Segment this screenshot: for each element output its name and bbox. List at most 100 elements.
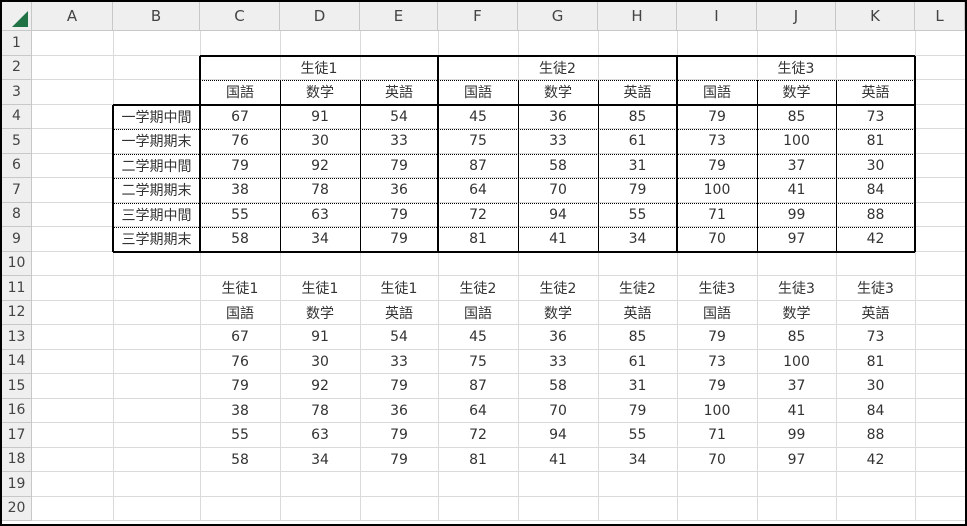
- row-header-11[interactable]: 11: [2, 276, 32, 301]
- row-header-19[interactable]: 19: [2, 472, 32, 497]
- table2-score-cell[interactable]: 34: [598, 448, 677, 473]
- table1-score-cell[interactable]: 85: [757, 105, 836, 130]
- table1-score-cell[interactable]: 73: [677, 129, 757, 154]
- table1-score-cell[interactable]: 31: [598, 154, 677, 179]
- row-header-13[interactable]: 13: [2, 325, 32, 350]
- table2-score-cell[interactable]: 88: [836, 423, 915, 448]
- table2-score-cell[interactable]: 36: [360, 399, 438, 424]
- column-header-e[interactable]: E: [360, 2, 438, 31]
- table2-student-header[interactable]: 生徒2: [518, 276, 598, 301]
- table1-term-label[interactable]: 二学期期末: [113, 178, 200, 203]
- table2-score-cell[interactable]: 38: [200, 399, 280, 424]
- column-header-j[interactable]: J: [757, 2, 836, 31]
- column-header-k[interactable]: K: [836, 2, 915, 31]
- table2-score-cell[interactable]: 79: [677, 374, 757, 399]
- table2-student-header[interactable]: 生徒2: [438, 276, 518, 301]
- table1-score-cell[interactable]: 34: [280, 227, 360, 252]
- table2-score-cell[interactable]: 34: [280, 448, 360, 473]
- table1-score-cell[interactable]: 99: [757, 203, 836, 228]
- table1-term-label[interactable]: 三学期期末: [113, 227, 200, 252]
- table1-subject-header[interactable]: 国語: [200, 80, 280, 105]
- table1-score-cell[interactable]: 38: [200, 178, 280, 203]
- table1-score-cell[interactable]: 55: [598, 203, 677, 228]
- table2-score-cell[interactable]: 79: [360, 448, 438, 473]
- table2-score-cell[interactable]: 100: [677, 399, 757, 424]
- column-header-i[interactable]: I: [677, 2, 757, 31]
- table1-score-cell[interactable]: 79: [598, 178, 677, 203]
- table1-score-cell[interactable]: 92: [280, 154, 360, 179]
- table1-score-cell[interactable]: 100: [677, 178, 757, 203]
- table2-score-cell[interactable]: 79: [677, 325, 757, 350]
- table1-score-cell[interactable]: 85: [598, 105, 677, 130]
- table2-score-cell[interactable]: 81: [836, 350, 915, 375]
- table2-score-cell[interactable]: 91: [280, 325, 360, 350]
- table1-term-label[interactable]: 二学期中間: [113, 154, 200, 179]
- table2-score-cell[interactable]: 70: [677, 448, 757, 473]
- table2-score-cell[interactable]: 73: [677, 350, 757, 375]
- table1-student-header[interactable]: 生徒2: [438, 56, 677, 81]
- table1-score-cell[interactable]: 42: [836, 227, 915, 252]
- table1-score-cell[interactable]: 79: [360, 203, 438, 228]
- table2-subject-header[interactable]: 数学: [280, 301, 360, 326]
- select-all-button[interactable]: [2, 2, 32, 31]
- row-header-16[interactable]: 16: [2, 398, 32, 423]
- table2-score-cell[interactable]: 78: [280, 399, 360, 424]
- table1-score-cell[interactable]: 67: [200, 105, 280, 130]
- table1-score-cell[interactable]: 91: [280, 105, 360, 130]
- table2-score-cell[interactable]: 54: [360, 325, 438, 350]
- table2-subject-header[interactable]: 数学: [518, 301, 598, 326]
- table2-score-cell[interactable]: 45: [438, 325, 518, 350]
- table1-term-label[interactable]: 一学期中間: [113, 105, 200, 130]
- table1-score-cell[interactable]: 79: [200, 154, 280, 179]
- row-header-2[interactable]: 2: [2, 55, 32, 80]
- table1-score-cell[interactable]: 70: [518, 178, 598, 203]
- table2-student-header[interactable]: 生徒1: [360, 276, 438, 301]
- table1-score-cell[interactable]: 55: [200, 203, 280, 228]
- table1-score-cell[interactable]: 30: [836, 154, 915, 179]
- row-header-15[interactable]: 15: [2, 374, 32, 399]
- table1-subject-header[interactable]: 英語: [598, 80, 677, 105]
- table1-score-cell[interactable]: 75: [438, 129, 518, 154]
- table2-score-cell[interactable]: 55: [200, 423, 280, 448]
- table1-score-cell[interactable]: 81: [836, 129, 915, 154]
- row-header-6[interactable]: 6: [2, 153, 32, 178]
- table2-score-cell[interactable]: 92: [280, 374, 360, 399]
- table1-score-cell[interactable]: 79: [677, 154, 757, 179]
- table2-subject-header[interactable]: 英語: [836, 301, 915, 326]
- column-header-a[interactable]: A: [32, 2, 113, 31]
- table1-score-cell[interactable]: 34: [598, 227, 677, 252]
- table1-score-cell[interactable]: 58: [518, 154, 598, 179]
- table2-score-cell[interactable]: 33: [360, 350, 438, 375]
- row-header-12[interactable]: 12: [2, 300, 32, 325]
- table2-score-cell[interactable]: 67: [200, 325, 280, 350]
- table2-score-cell[interactable]: 97: [757, 448, 836, 473]
- table1-subject-header[interactable]: 数学: [518, 80, 598, 105]
- table1-score-cell[interactable]: 71: [677, 203, 757, 228]
- row-header-20[interactable]: 20: [2, 496, 32, 521]
- table2-student-header[interactable]: 生徒3: [677, 276, 757, 301]
- table1-score-cell[interactable]: 79: [360, 154, 438, 179]
- table1-score-cell[interactable]: 61: [598, 129, 677, 154]
- table1-subject-header[interactable]: 英語: [360, 80, 438, 105]
- table2-score-cell[interactable]: 41: [757, 399, 836, 424]
- table2-score-cell[interactable]: 30: [280, 350, 360, 375]
- table1-score-cell[interactable]: 41: [518, 227, 598, 252]
- table1-subject-header[interactable]: 国語: [677, 80, 757, 105]
- table2-score-cell[interactable]: 58: [518, 374, 598, 399]
- table2-score-cell[interactable]: 100: [757, 350, 836, 375]
- table2-score-cell[interactable]: 79: [200, 374, 280, 399]
- table1-score-cell[interactable]: 30: [280, 129, 360, 154]
- table2-subject-header[interactable]: 英語: [598, 301, 677, 326]
- row-header-3[interactable]: 3: [2, 80, 32, 105]
- table2-score-cell[interactable]: 84: [836, 399, 915, 424]
- table1-score-cell[interactable]: 78: [280, 178, 360, 203]
- table1-score-cell[interactable]: 36: [360, 178, 438, 203]
- table1-score-cell[interactable]: 97: [757, 227, 836, 252]
- table1-score-cell[interactable]: 94: [518, 203, 598, 228]
- table2-subject-header[interactable]: 国語: [677, 301, 757, 326]
- table1-subject-header[interactable]: 英語: [836, 80, 915, 105]
- table1-student-header[interactable]: 生徒1: [200, 56, 438, 81]
- row-header-10[interactable]: 10: [2, 251, 32, 276]
- table1-score-cell[interactable]: 58: [200, 227, 280, 252]
- column-header-c[interactable]: C: [200, 2, 280, 31]
